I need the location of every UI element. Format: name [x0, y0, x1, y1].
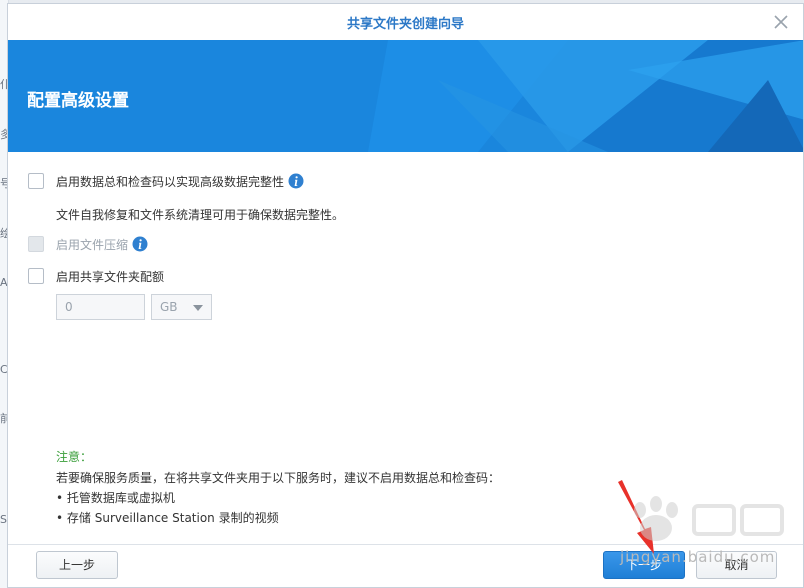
checksum-description: 文件自我修复和文件系统清理可用于确保数据完整性。 [56, 208, 345, 222]
close-button[interactable] [771, 12, 791, 32]
note-text: 若要确保服务质量，在将共享文件夹用于以下服务时，建议不启用数据总和检查码： [56, 471, 501, 485]
note-title: 注意： [56, 450, 93, 464]
note-bullet: • 托管数据库或虚拟机 [56, 491, 175, 505]
dialog-titlebar[interactable]: 共享文件夹创建向导 [8, 4, 803, 40]
chevron-down-icon [193, 305, 203, 311]
note-bullet-text: 托管数据库或虚拟机 [66, 491, 175, 505]
wizard-banner: 配置高级设置 [8, 40, 803, 152]
quota-option: 启用共享文件夹配额 [28, 266, 164, 286]
quota-checkbox[interactable] [28, 268, 44, 284]
note-bullet-text: 存储 Surveillance Station 录制的视频 [66, 511, 279, 525]
checksum-option: 启用数据总和检查码以实现高级数据完整性 [28, 171, 304, 191]
previous-button[interactable]: 上一步 [36, 551, 118, 579]
info-icon[interactable] [288, 173, 304, 189]
info-icon[interactable] [132, 236, 148, 252]
note-bullet: • 存储 Surveillance Station 录制的视频 [56, 511, 279, 525]
quota-label[interactable]: 启用共享文件夹配额 [56, 268, 164, 285]
quota-unit-value: GB [160, 300, 178, 314]
watermark-text: jingyan.baidu.com [620, 548, 776, 566]
checksum-label[interactable]: 启用数据总和检查码以实现高级数据完整性 [56, 173, 284, 190]
dialog-title: 共享文件夹创建向导 [346, 17, 464, 32]
page-heading: 配置高级设置 [27, 91, 129, 111]
quota-unit-select[interactable]: GB [151, 294, 212, 320]
compression-checkbox[interactable] [28, 236, 44, 252]
close-icon [774, 15, 788, 29]
checksum-checkbox[interactable] [28, 173, 44, 189]
compression-label: 启用文件压缩 [56, 237, 129, 252]
background-glyph: S [0, 513, 7, 526]
compression-option: 启用文件压缩 [28, 234, 148, 254]
quota-size-input[interactable]: 0 [56, 294, 145, 320]
